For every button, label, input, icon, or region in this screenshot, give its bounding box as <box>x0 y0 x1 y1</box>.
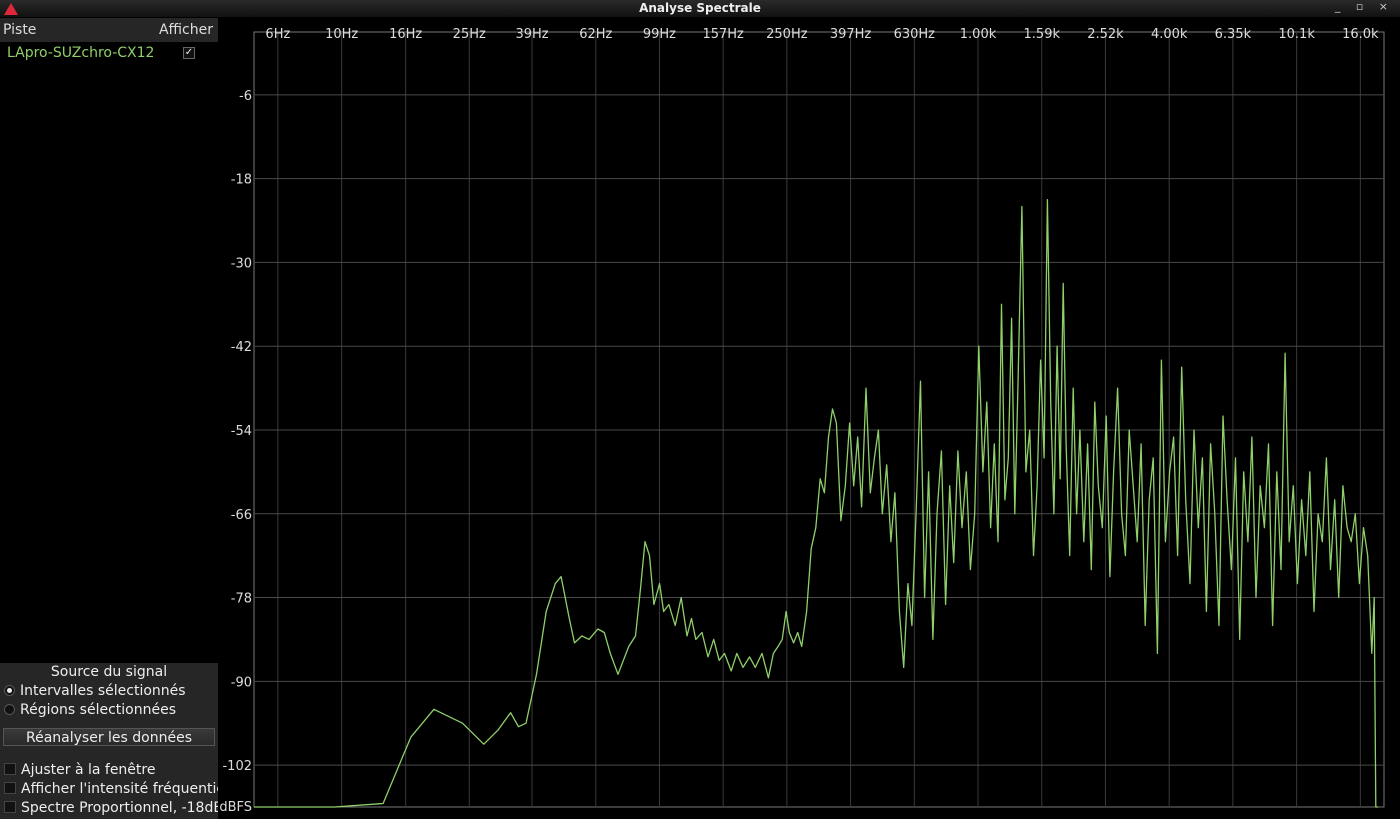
track-name: LApro-SUZchro-CX12 <box>7 45 155 61</box>
y-axis-unit-label: dBFS <box>219 800 252 815</box>
checkbox-icon[interactable] <box>4 782 16 794</box>
frequency-tick-label: 2.52k <box>1087 27 1124 42</box>
frequency-tick-label: 16.0k <box>1342 27 1379 42</box>
reanalyze-button[interactable]: Réanalyser les données <box>3 728 215 746</box>
spectrum-plot-area[interactable]: 6Hz 10Hz 16Hz 25Hz 39Hz 62Hz 99Hz 157Hz 250Hz 397… <box>218 18 1400 819</box>
radio-selected-ranges[interactable]: Intervalles sélectionnés <box>4 683 186 701</box>
radio-label: Intervalles sélectionnés <box>20 683 186 699</box>
frequency-tick-label: 250Hz <box>766 27 808 42</box>
frequency-tick-label: 1.00k <box>960 27 997 42</box>
checkbox-label: Spectre Proportionnel, -18dB <box>21 800 223 816</box>
frequency-tick-label: 16Hz <box>389 27 422 42</box>
maximize-button[interactable]: ▫ <box>1356 0 1369 13</box>
window-title: Analyse Spectrale <box>639 1 761 15</box>
checkbox-icon[interactable] <box>4 763 16 775</box>
track-column-header[interactable]: Piste <box>3 22 36 38</box>
proportional-spectrum-option[interactable]: Spectre Proportionnel, -18dB <box>4 800 223 818</box>
show-column-header[interactable]: Afficher <box>159 22 213 38</box>
spectrum-chart[interactable]: 6Hz 10Hz 16Hz 25Hz 39Hz 62Hz 99Hz 157Hz 250Hz 397… <box>218 18 1400 819</box>
sidebar: Piste Afficher LApro-SUZchro-CX12 ✓ Sour… <box>0 18 241 819</box>
frequency-tick-label: 6Hz <box>265 27 290 42</box>
frequency-tick-label: 1.59k <box>1024 27 1061 42</box>
checkbox-label: Ajuster à la fenêtre <box>21 762 156 778</box>
frequency-tick-label: 10Hz <box>325 27 358 42</box>
db-tick-label: -102 <box>222 759 252 774</box>
show-frequency-intensity-option[interactable]: Afficher l'intensité fréquentielle <box>4 781 241 799</box>
checkbox-icon[interactable] <box>4 801 16 813</box>
db-tick-label: -54 <box>231 424 252 439</box>
radio-button-icon[interactable] <box>4 684 15 696</box>
frequency-tick-label: 6.35k <box>1215 27 1252 42</box>
track-show-checkbox[interactable]: ✓ <box>183 47 195 59</box>
frequency-tick-label: 10.1k <box>1278 27 1315 42</box>
close-button[interactable]: × <box>1379 0 1394 13</box>
frequency-tick-label: 62Hz <box>579 27 612 42</box>
db-tick-label: -90 <box>231 675 252 690</box>
frequency-tick-label: 39Hz <box>515 27 548 42</box>
db-tick-label: -30 <box>231 256 252 271</box>
frequency-tick-label: 4.00k <box>1151 27 1188 42</box>
signal-source-title: Source du signal <box>50 664 168 680</box>
window-titlebar: Analyse Spectrale _ ▫ × <box>0 0 1400 18</box>
radio-label: Régions sélectionnées <box>20 702 176 718</box>
track-list-header: Piste Afficher <box>0 18 218 42</box>
frequency-tick-label: 99Hz <box>643 27 676 42</box>
frequency-tick-label: 157Hz <box>702 27 744 42</box>
signal-source-panel: Source du signal Intervalles sélectionné… <box>0 663 241 819</box>
db-tick-label: -78 <box>231 592 252 607</box>
minimize-button[interactable]: _ <box>1335 0 1347 13</box>
checkbox-label: Afficher l'intensité fréquentielle <box>21 781 242 797</box>
db-tick-label: -6 <box>239 89 252 104</box>
db-tick-label: -42 <box>231 340 252 355</box>
plot-frame <box>253 31 1385 808</box>
db-tick-label: -18 <box>231 173 252 188</box>
frequency-tick-label: 630Hz <box>894 27 936 42</box>
track-row[interactable]: LApro-SUZchro-CX12 ✓ <box>0 44 218 64</box>
fit-window-option[interactable]: Ajuster à la fenêtre <box>4 762 155 780</box>
db-tick-label: -66 <box>231 508 252 523</box>
frequency-tick-label: 25Hz <box>453 27 486 42</box>
window-controls: _ ▫ × <box>1335 0 1394 13</box>
frequency-tick-label: 397Hz <box>830 27 872 42</box>
radio-button-icon[interactable] <box>4 703 15 715</box>
radio-selected-regions[interactable]: Régions sélectionnées <box>4 702 176 720</box>
